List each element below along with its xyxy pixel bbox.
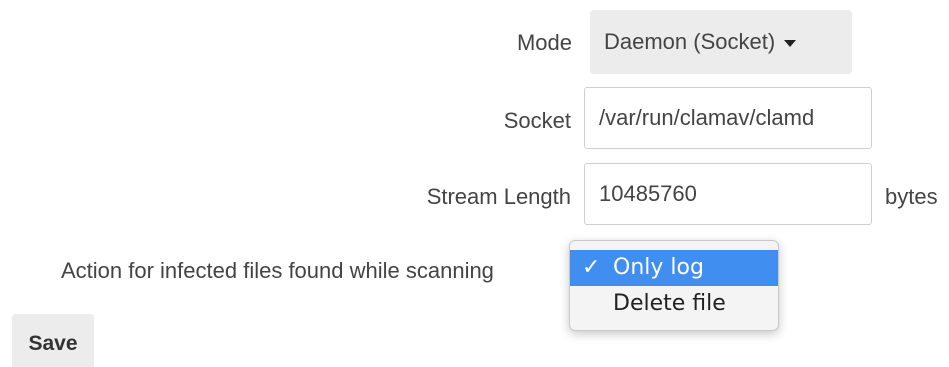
mode-selected-value: Daemon (Socket) [604, 29, 776, 54]
option-label: Delete file [613, 291, 726, 316]
stream-length-label: Stream Length [426, 184, 571, 209]
stream-length-input[interactable] [584, 163, 872, 225]
mode-label: Mode [516, 30, 572, 55]
caret-down-icon [784, 39, 797, 47]
stream-length-unit: bytes [885, 184, 938, 209]
settings-form: Mode Daemon (Socket) Socket Stream Lengt… [0, 0, 949, 367]
option-label: Only log [613, 255, 704, 280]
dropdown-option-delete-file[interactable]: Delete file [570, 286, 778, 322]
checkmark-icon: ✓ [582, 255, 601, 280]
socket-input[interactable] [584, 87, 872, 149]
socket-label: Socket [503, 108, 571, 133]
infected-action-label: Action for infected files found while sc… [61, 258, 494, 283]
infected-action-dropdown-menu: ✓ Only log Delete file [569, 240, 779, 331]
mode-select[interactable]: Daemon (Socket) [590, 10, 852, 74]
save-button[interactable]: Save [12, 314, 94, 367]
dropdown-option-only-log[interactable]: ✓ Only log [570, 250, 778, 286]
